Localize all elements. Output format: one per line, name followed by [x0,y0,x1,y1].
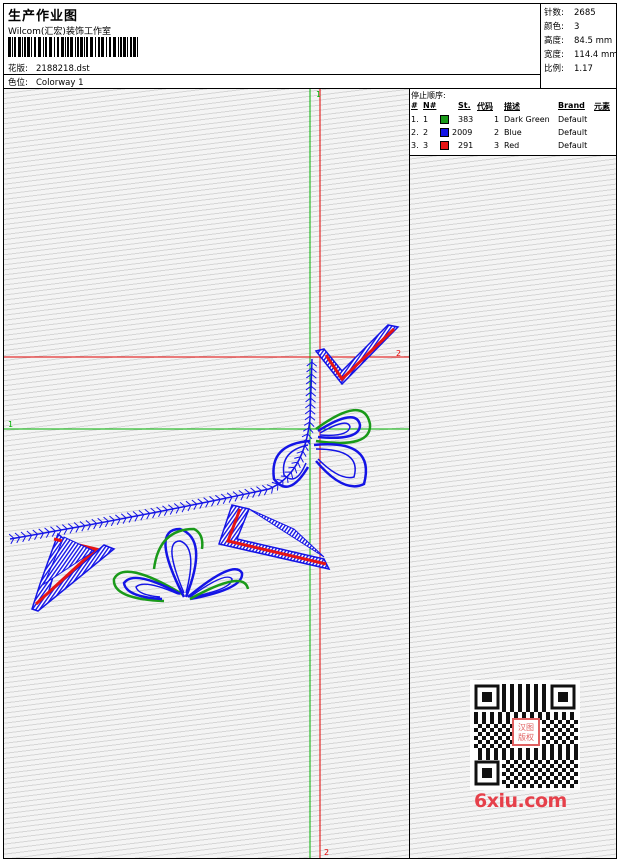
col-n: N# [423,101,437,110]
col-st: St. [458,101,471,110]
col-brand: Brand [558,101,585,110]
col-code: 代码 [477,102,493,111]
col-elem: 元素 [594,102,610,111]
chevron-top-right [314,324,400,386]
stem-herringbone [8,361,318,545]
design-canvas [4,89,409,858]
stat-width: 宽度: 114.4 mm [544,50,618,60]
seal-text-bottom: 版权 [518,732,534,742]
company-name: Wilcom(汇宏)装饰工作室 [8,27,111,37]
col-hash: # [411,101,418,110]
qr-code: 汉图 版权 [470,680,580,790]
red-axis-label-bottom: 2 [324,848,330,857]
color-table-title: 停止顺序: [411,91,446,100]
colorway-label: 色位: [8,78,28,88]
stat-height: 高度: 84.5 mm [544,36,613,46]
green-axis-label-top: 1 [316,90,322,99]
barcode [8,37,138,57]
embroidery-design [4,89,409,858]
watermark-text: 6xiu.com [474,790,567,812]
seal-text-top: 汉图 [518,723,534,732]
chevron-middle [218,504,331,571]
color-swatch [440,115,449,124]
production-worksheet: 生产作业图 Wilcom(汇宏)装饰工作室 花版: 2188218.dst 色位:… [0,0,620,861]
design-file-line: 花版: 2188218.dst [8,62,90,74]
color-table: 停止顺序: # N# St. 代码 描述 Brand 元素 1. 1 383 1… [410,89,616,156]
colorway-line: 色位: Colorway 1 [8,76,84,88]
header-divider [3,74,540,75]
color-swatch [440,141,449,150]
red-axis-label-right: 2 [396,349,402,358]
page-title: 生产作业图 [8,9,79,24]
green-axis-label-left: 1 [8,420,14,429]
chevron-left [31,532,116,612]
color-swatch [440,128,449,137]
col-desc: 描述 [504,102,520,111]
colorway-value: Colorway 1 [36,78,84,88]
design-file-value: 2188218.dst [36,64,90,74]
stat-colors: 颜色: 3 [544,22,580,32]
design-file-label: 花版: [8,64,28,74]
stat-scale: 比例: 1.17 [544,64,593,74]
stat-stitches: 针数: 2685 [544,8,596,18]
stats-panel: 针数: 2685 颜色: 3 高度: 84.5 mm 宽度: 114.4 mm 比例: 1… [540,3,618,89]
